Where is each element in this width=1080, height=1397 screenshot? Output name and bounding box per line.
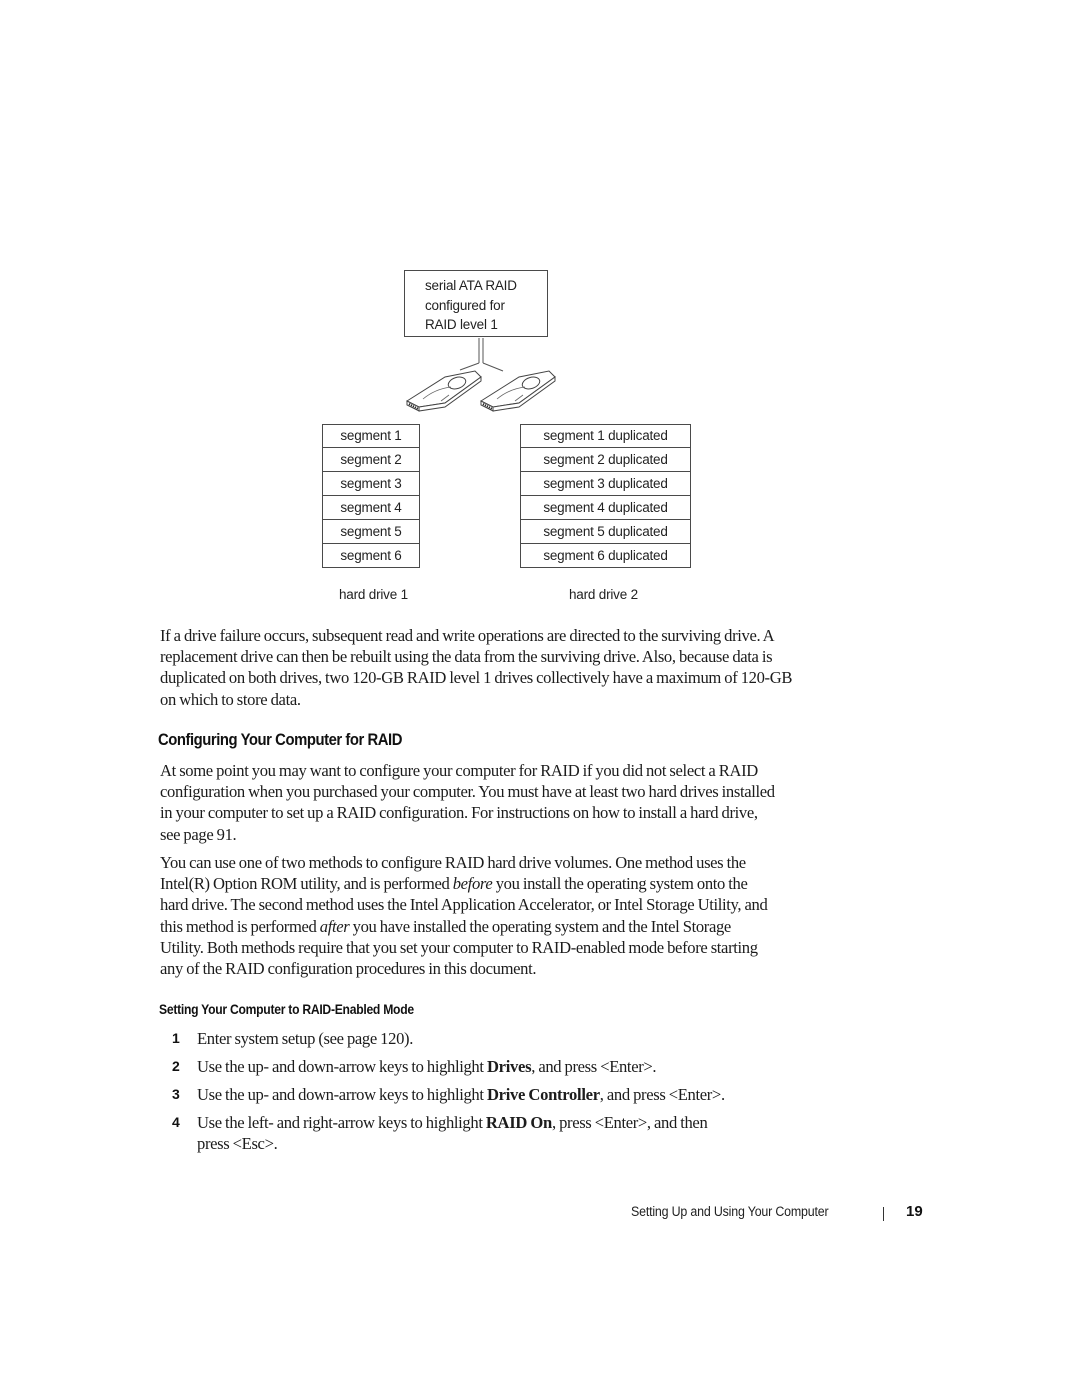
controller-label-line: serial ATA RAID	[425, 278, 517, 293]
segment-cell: segment 1 duplicated	[520, 424, 691, 448]
text-line: hard drive. The second method uses the I…	[160, 895, 768, 915]
hard-drive-icon	[405, 370, 482, 412]
raid-controller-box: serial ATA RAID configured for RAID leve…	[404, 270, 548, 337]
text-run: Use the up- and down-arrow keys to highl…	[197, 1057, 487, 1076]
ui-term: Drive Controller	[486, 1085, 600, 1104]
connector-lines	[405, 338, 556, 412]
connector-line	[482, 362, 504, 372]
hard-drive-1-label: hard drive 1	[339, 587, 408, 602]
ui-term: Drives	[486, 1057, 532, 1076]
raid-level-1-diagram: serial ATA RAID configured for RAID leve…	[0, 0, 1080, 620]
section-heading: Configuring Your Computer for RAID	[158, 731, 403, 749]
step-text: Use the left- and right-arrow keys to hi…	[197, 1112, 837, 1154]
step-number: 2	[172, 1058, 180, 1074]
controller-label-line: configured for	[425, 297, 505, 313]
text-run: this method is performed	[160, 916, 320, 936]
segment-cell: segment 2 duplicated	[520, 448, 691, 472]
text-line: in your computer to set up a RAID config…	[160, 803, 758, 823]
paragraph-raid-methods: You can use one of two methods to config…	[160, 852, 860, 979]
text-line: see page 91.	[160, 824, 237, 844]
step-text: Use the up- and down-arrow keys to highl…	[197, 1056, 837, 1077]
hard-drive-1-segments: segment 1 segment 2 segment 3 segment 4 …	[322, 424, 420, 568]
footer-divider	[883, 1207, 884, 1221]
text-line: any of the RAID configuration procedures…	[160, 959, 537, 979]
step-number: 3	[172, 1086, 180, 1102]
text-line: You can use one of two methods to config…	[160, 853, 746, 872]
text-run: , press <Enter>, and then	[551, 1113, 708, 1132]
controller-label-line: RAID level 1	[425, 317, 498, 332]
paragraph-drive-failure: If a drive failure occurs, subsequent re…	[160, 625, 860, 710]
text-run: you install the operating system onto th…	[492, 874, 748, 894]
text-run: Use the left- and right-arrow keys to hi…	[197, 1113, 486, 1132]
ui-term: RAID On	[485, 1113, 552, 1132]
segment-cell: segment 5	[322, 520, 420, 544]
text-line: on which to store data.	[160, 689, 301, 709]
step-number: 1	[172, 1030, 180, 1046]
hard-drive-2-segments: segment 1 duplicated segment 2 duplicate…	[520, 424, 691, 568]
paragraph-configure-raid: At some point you may want to configure …	[160, 760, 860, 845]
text-line: If a drive failure occurs, subsequent re…	[160, 626, 775, 645]
text-run: , and press <Enter>.	[599, 1085, 725, 1104]
text-run: press <Esc>.	[197, 1134, 278, 1154]
subsection-heading: Setting Your Computer to RAID-Enabled Mo…	[159, 1002, 414, 1017]
text-run: you have installed the operating system …	[349, 916, 732, 936]
footer-section-title: Setting Up and Using Your Computer	[631, 1204, 829, 1219]
step-number: 4	[172, 1114, 180, 1130]
text-run: Enter system setup (see page 120).	[197, 1029, 414, 1048]
emphasis-before: before	[452, 874, 493, 894]
text-line: this method is performed after you have …	[160, 916, 860, 937]
hard-drive-2-label: hard drive 2	[569, 587, 638, 602]
text-line: Intel(R) Option ROM utility, and is perf…	[160, 873, 860, 894]
page-number: 19	[906, 1203, 923, 1220]
text-line: At some point you may want to configure …	[160, 761, 758, 780]
segment-cell: segment 3	[322, 472, 420, 496]
text-run: Intel(R) Option ROM utility, and is perf…	[160, 874, 453, 894]
step-text: Use the up- and down-arrow keys to highl…	[197, 1084, 837, 1105]
text-line: duplicated on both drives, two 120-GB RA…	[160, 668, 793, 688]
segment-cell: segment 2	[322, 448, 420, 472]
text-line: Utility. Both methods require that you s…	[160, 937, 758, 957]
connector-line	[459, 362, 480, 371]
segment-cell: segment 4	[322, 496, 420, 520]
text-line: replacement drive can then be rebuilt us…	[160, 647, 773, 667]
emphasis-after: after	[319, 916, 350, 936]
segment-cell: segment 1	[322, 424, 420, 448]
step-text: Enter system setup (see page 120).	[197, 1028, 837, 1049]
text-run: , and press <Enter>.	[531, 1057, 657, 1076]
segment-cell: segment 3 duplicated	[520, 472, 691, 496]
segment-cell: segment 6 duplicated	[520, 544, 691, 568]
segment-cell: segment 6	[322, 544, 420, 568]
segment-cell: segment 4 duplicated	[520, 496, 691, 520]
segment-cell: segment 5 duplicated	[520, 520, 691, 544]
hard-drive-icon	[479, 370, 556, 412]
text-run: Use the up- and down-arrow keys to highl…	[197, 1085, 487, 1104]
text-line: configuration when you purchased your co…	[160, 782, 775, 802]
